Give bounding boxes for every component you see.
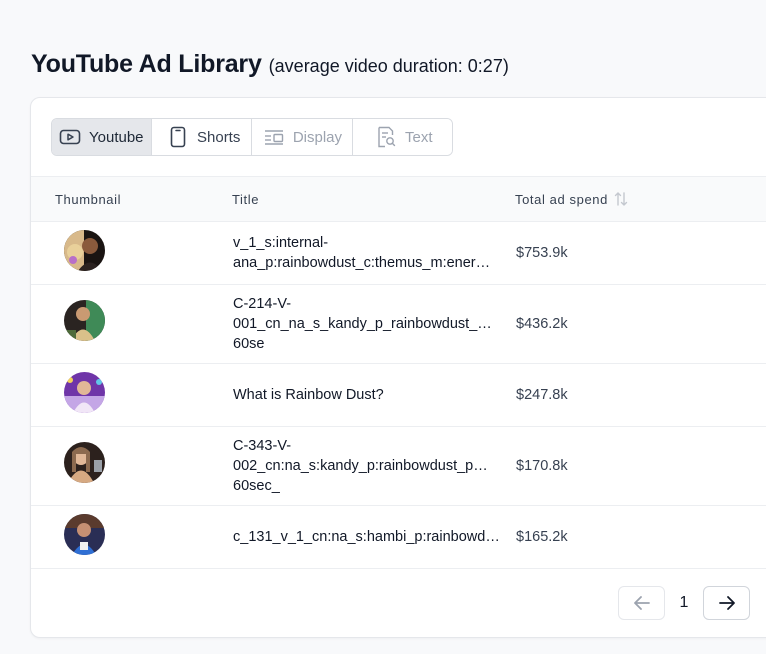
arrow-right-icon [718,595,736,611]
tab-youtube[interactable]: Youtube [52,119,152,155]
video-thumbnail[interactable] [64,514,105,555]
page-title: YouTube Ad Library [31,50,262,78]
video-thumbnail[interactable] [64,300,105,341]
ad-title-line: ana_p:rainbowdust_c:themus_m:ener… [233,255,491,271]
table-row[interactable]: v_1_s:internal- ana_p:rainbowdust_c:them… [31,222,766,285]
video-thumbnail[interactable] [64,442,105,483]
column-header-total-ad-spend[interactable]: Total ad spend [515,191,628,207]
table-row[interactable]: What is Rainbow Dust? $247.8k [31,364,766,427]
ad-spend: $753.9k [516,245,568,261]
arrow-left-icon [633,595,651,611]
phone-icon [167,126,189,148]
page-subtitle: (average video duration: 0:27) [268,56,509,76]
ad-title-line: c_131_v_1_cn:na_s:hambi_p:rainbowdu… [233,529,501,545]
display-layout-icon [263,126,285,148]
table-row[interactable]: C-343-V- 002_cn:na_s:kandy_p:rainbowdust… [31,427,766,506]
tab-text[interactable]: Text [353,119,452,155]
column-header-total-ad-spend-label: Total ad spend [515,191,608,207]
column-header-thumbnail: Thumbnail [55,192,122,207]
tab-shorts-label: Shorts [197,128,241,146]
page-header: YouTube Ad Library (average video durati… [31,50,509,79]
pagination: 1 [618,586,750,620]
table-row[interactable]: C-214-V- 001_cn_na_s_kandy_p_rainbowdust… [31,285,766,364]
format-tabs: Youtube Shorts Display Text [51,118,453,156]
ad-title: What is Rainbow Dust? [233,385,501,405]
current-page-number: 1 [679,594,689,611]
ad-title-line: 60se [233,336,265,352]
tab-youtube-label: Youtube [89,128,144,146]
ad-title: C-214-V- 001_cn_na_s_kandy_p_rainbowdust… [233,294,501,354]
table-row[interactable]: c_131_v_1_cn:na_s:hambi_p:rainbowdu… $16… [31,506,766,569]
video-play-icon [59,126,81,148]
ad-title-line: v_1_s:internal- [233,235,329,251]
ad-title-line: C-343-V- [233,438,292,454]
ad-title-line: 60sec_ [233,478,280,494]
ad-spend: $170.8k [516,458,568,474]
tab-shorts[interactable]: Shorts [152,119,252,155]
ad-spend: $436.2k [516,316,568,332]
ad-title: v_1_s:internal- ana_p:rainbowdust_c:them… [233,233,501,273]
ad-title-line: 002_cn:na_s:kandy_p:rainbowdust_p… [233,458,488,474]
ad-title: C-343-V- 002_cn:na_s:kandy_p:rainbowdust… [233,436,501,496]
video-thumbnail[interactable] [64,230,105,271]
ad-title-line: What is Rainbow Dust? [233,387,384,403]
ad-library-card: Youtube Shorts Display Text Thumbnail Ti… [30,97,766,638]
previous-page-button[interactable] [618,586,665,620]
table-header: Thumbnail Title Total ad spend [31,176,766,222]
sort-icon[interactable] [614,191,628,207]
ad-spend: $165.2k [516,529,568,545]
column-header-title: Title [232,192,260,207]
tab-display-label: Display [292,128,342,146]
video-thumbnail[interactable] [64,372,105,413]
tab-text-label: Text [405,128,433,146]
ad-title-line: C-214-V- [233,296,292,312]
text-search-icon [375,126,397,148]
tab-display[interactable]: Display [252,119,353,155]
ad-title-line: 001_cn_na_s_kandy_p_rainbowdust_… [233,316,492,332]
ad-title: c_131_v_1_cn:na_s:hambi_p:rainbowdu… [233,527,501,547]
next-page-button[interactable] [703,586,750,620]
ad-spend: $247.8k [516,387,568,403]
